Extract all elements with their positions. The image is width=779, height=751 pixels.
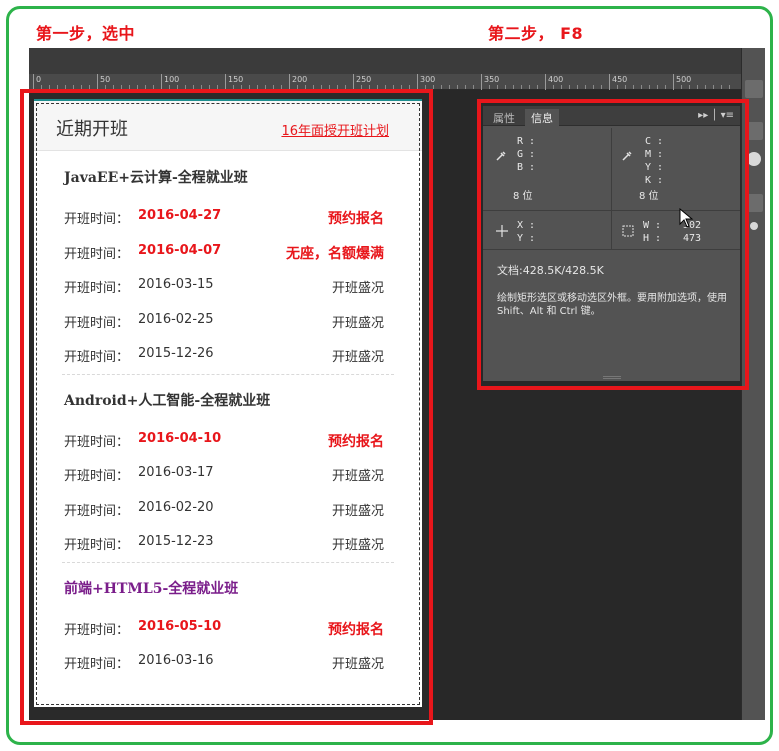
ruler-minor-tick (561, 85, 562, 89)
ruler-minor-tick (657, 85, 658, 89)
ruler-minor-tick (721, 85, 722, 89)
ruler-tick (33, 74, 34, 90)
ruler-label: 450 (612, 75, 628, 84)
ruler-minor-tick (577, 85, 578, 89)
ruler-minor-tick (497, 85, 498, 89)
ruler-minor-tick (529, 85, 530, 89)
ruler-label: 250 (356, 75, 372, 84)
step1-annotation: 第一步，选中 (36, 24, 136, 43)
ruler-minor-tick (585, 85, 586, 89)
ruler-minor-tick (633, 85, 634, 89)
ruler-minor-tick (601, 85, 602, 89)
dock-circle-icon[interactable] (747, 152, 761, 166)
ruler-minor-tick (537, 85, 538, 89)
ruler-minor-tick (489, 85, 490, 89)
dock-dot-icon[interactable] (750, 222, 758, 230)
ruler-tick (161, 74, 162, 90)
ruler-tick (673, 74, 674, 90)
ruler-tick (225, 74, 226, 90)
ruler-minor-tick (649, 85, 650, 89)
ruler-tick (609, 74, 610, 90)
ruler-tick (417, 74, 418, 90)
ruler-minor-tick (689, 85, 690, 89)
ruler-minor-tick (553, 85, 554, 89)
horizontal-ruler[interactable]: 0 50 100 150 200 250 300 350 400 450 500 (29, 74, 741, 90)
ruler-tick (545, 74, 546, 90)
ruler-minor-tick (473, 85, 474, 89)
ruler-minor-tick (625, 85, 626, 89)
ruler-minor-tick (593, 85, 594, 89)
ruler-label: 350 (484, 75, 500, 84)
ruler-minor-tick (521, 85, 522, 89)
ruler-minor-tick (433, 85, 434, 89)
ruler-minor-tick (729, 85, 730, 89)
ruler-label: 300 (420, 75, 436, 84)
ruler-minor-tick (705, 85, 706, 89)
ruler-tick (97, 74, 98, 90)
ruler-minor-tick (513, 85, 514, 89)
ruler-minor-tick (505, 85, 506, 89)
ruler-minor-tick (457, 85, 458, 89)
ruler-label: 100 (164, 75, 180, 84)
dock-icon[interactable] (745, 80, 763, 98)
ruler-minor-tick (449, 85, 450, 89)
mouse-cursor-icon (679, 208, 694, 228)
ruler-minor-tick (441, 85, 442, 89)
ruler-minor-tick (617, 85, 618, 89)
ruler-minor-tick (569, 85, 570, 89)
ruler-tick (353, 74, 354, 90)
ruler-label: 500 (676, 75, 692, 84)
ruler-minor-tick (697, 85, 698, 89)
step2-annotation: 第二步， F8 (488, 24, 584, 43)
ruler-minor-tick (641, 85, 642, 89)
ruler-label: 400 (548, 75, 564, 84)
ruler-label: 50 (100, 75, 111, 84)
options-bar (29, 48, 765, 74)
ruler-minor-tick (681, 85, 682, 89)
info-panel-highlight-box (477, 99, 749, 390)
ruler-label: 150 (228, 75, 244, 84)
ruler-label: 200 (292, 75, 308, 84)
ruler-minor-tick (713, 85, 714, 89)
ruler-label: 0 (36, 75, 42, 84)
ruler-minor-tick (465, 85, 466, 89)
ruler-minor-tick (665, 85, 666, 89)
ruler-tick (289, 74, 290, 90)
ruler-tick (481, 74, 482, 90)
selection-highlight-box (20, 89, 433, 725)
